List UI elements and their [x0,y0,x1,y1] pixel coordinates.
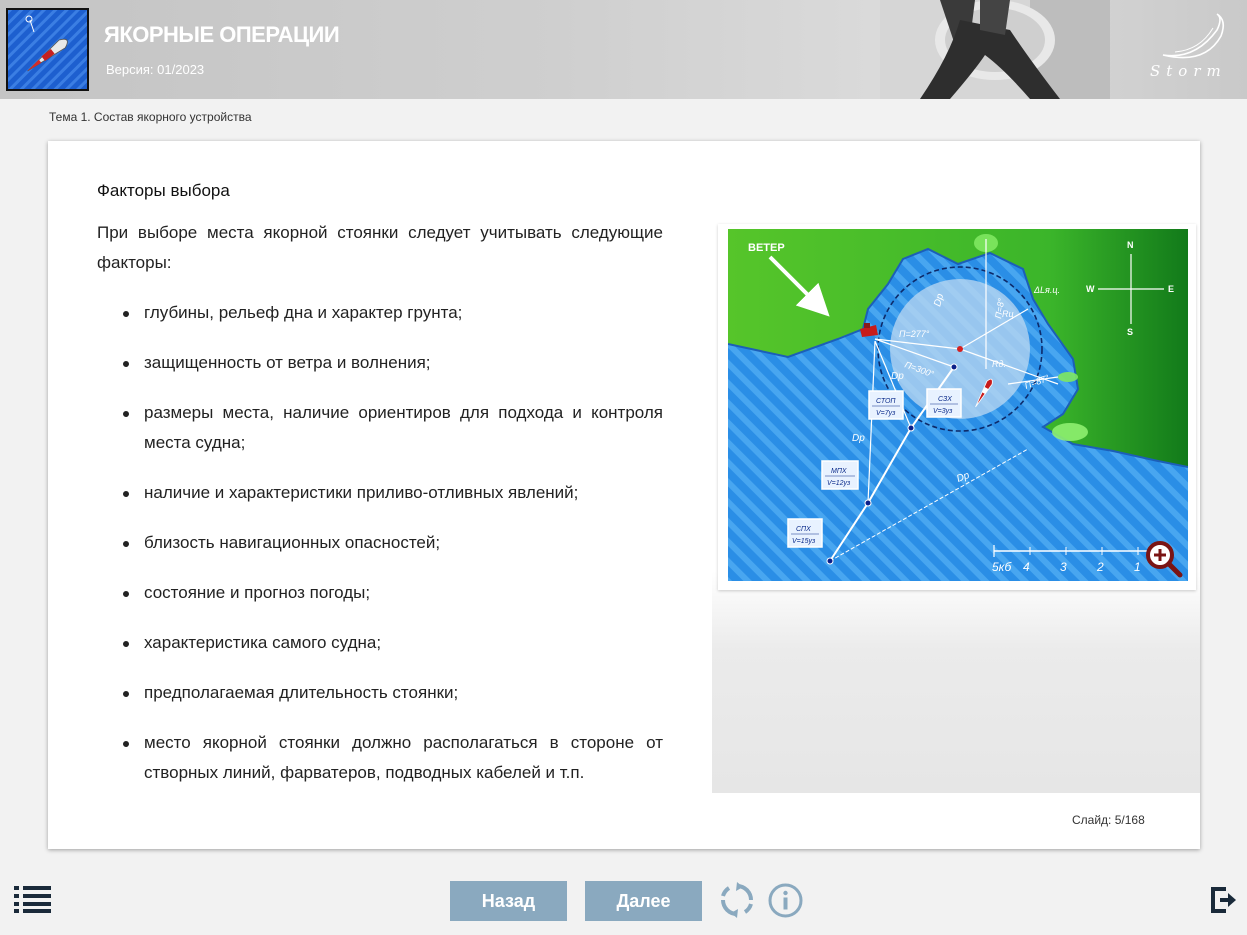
intro-paragraph: При выборе места якорной стоянки следует… [97,223,663,272]
svg-text:СТОП: СТОП [876,398,896,405]
svg-text:СПХ: СПХ [796,526,811,533]
anchorage-diagram[interactable]: ВЕТЕР N S W E П=277° П=300° П=87° П=8° D… [728,229,1188,581]
svg-text:N: N [1127,240,1134,250]
svg-text:V=7уз: V=7уз [876,410,896,417]
svg-text:Dp: Dp [852,433,865,444]
back-button[interactable]: Назад [450,881,567,921]
reload-icon[interactable] [719,882,755,918]
svg-text:V=15уз: V=15уз [792,538,816,545]
list-item: размеры места, наличие ориентиров для по… [123,398,663,458]
svg-text:Rд.: Rд. [992,359,1006,369]
anchor-photo [880,0,1110,99]
svg-text:5кб: 5кб [992,560,1012,574]
exit-icon[interactable] [1210,886,1238,914]
svg-text:3: 3 [1060,560,1067,574]
list-item: близость навигационных опасностей; [123,528,663,558]
app-version: Версия: 01/2023 [106,62,205,77]
slide-counter: Слайд: 5/168 [1072,813,1145,827]
svg-text:МПХ: МПХ [831,468,847,475]
list-item: состояние и прогноз погоды; [123,578,663,608]
next-button[interactable]: Далее [585,881,702,921]
list-item: место якорной стоянки должно располагать… [123,728,663,788]
svg-text:V=12уз: V=12уз [827,480,851,487]
list-item: глубины, рельеф дна и характер грунта; [123,298,663,328]
svg-text:Dp: Dp [891,371,904,382]
list-item: предполагаемая длительность стоянки; [123,678,663,708]
storm-brand: Storm [1150,62,1227,80]
slide-total: /168 [1121,813,1145,827]
svg-text:СЗХ: СЗХ [938,396,952,403]
app-title: ЯКОРНЫЕ ОПЕРАЦИИ [104,22,340,47]
list-item: характеристика самого судна; [123,628,663,658]
section-title: Факторы выбора [97,181,230,200]
breadcrumb: Тема 1. Состав якорного устройства [49,110,252,124]
svg-text:2: 2 [1096,560,1104,574]
svg-text:Rц: Rц [1002,309,1014,319]
factors-list: глубины, рельеф дна и характер грунта; з… [123,298,663,788]
svg-text:E: E [1168,284,1174,294]
slide-card: Факторы выбора При выборе места якорной … [48,141,1200,849]
svg-text:1: 1 [1134,560,1141,574]
info-icon[interactable] [768,883,803,918]
list-item: защищенность от ветра и волнения; [123,348,663,378]
course-logo [6,8,89,91]
app-header: ЯКОРНЫЕ ОПЕРАЦИИ Версия: 01/2023 Storm [0,0,1247,99]
menu-icon[interactable] [14,885,52,913]
diagram-frame: ВЕТЕР N S W E П=277° П=300° П=87° П=8° D… [718,224,1196,590]
slide-counter-label: Слайд: [1072,813,1112,827]
svg-text:W: W [1086,284,1095,294]
svg-text:S: S [1127,327,1133,337]
svg-text:4: 4 [1023,560,1030,574]
svg-text:П=277°: П=277° [899,329,930,339]
wind-label: ВЕТЕР [748,242,785,254]
list-item: наличие и характеристики приливо-отливны… [123,478,663,508]
svg-text:V=3уз: V=3уз [933,408,953,415]
slide-text: Факторы выбора При выборе места якорной … [97,181,663,808]
svg-text:ΔLя.ц.: ΔLя.ц. [1033,285,1060,295]
media-panel: ВЕТЕР N S W E П=277° П=300° П=87° П=8° D… [712,141,1200,793]
